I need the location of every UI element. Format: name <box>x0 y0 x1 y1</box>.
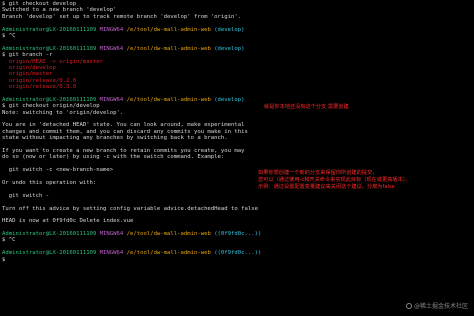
terminal-text-segment: origin/release/0.2.0 <box>2 77 77 84</box>
terminal-text-segment: MINGW64 <box>99 250 127 257</box>
terminal-text-segment: MINGW64 <box>99 26 127 33</box>
terminal-text-segment: /e/tool/dw-mall-admin-web <box>126 45 215 52</box>
terminal-text-segment: $ git checkout origin/develop <box>2 103 100 110</box>
terminal-line: Administrator@LX-20160111109 MINGW64 /e/… <box>2 231 302 237</box>
terminal-text-segment: HEAD is now at 0f9fd0c Delete index.vue <box>2 218 134 225</box>
terminal-text-segment: /e/tool/dw-mall-admin-web <box>126 26 215 33</box>
terminal-text-segment: ((0f9fd0c...)) <box>214 250 262 257</box>
terminal-text-segment: Or undo this operation with: <box>2 179 97 186</box>
terminal-text-segment: $ ^C <box>2 237 16 244</box>
terminal-text-segment: Administrator@LX-20160111109 <box>2 250 100 257</box>
terminal-text-segment: git switch -c <new-branch-name> <box>2 167 114 174</box>
terminal-text-segment: Administrator@LX-20160111109 <box>2 96 100 103</box>
terminal-text-segment: Switched to a new branch 'develop' <box>2 7 117 14</box>
terminal-output: $ git checkout develop Switched to a new … <box>2 1 302 263</box>
terminal-text-segment: You are in 'detached HEAD' state. You ca… <box>2 122 245 129</box>
watermark: @稀土掘金技术社区 <box>405 301 468 310</box>
terminal-text-segment: (develop) <box>214 45 245 52</box>
terminal-text-segment: origin/release/0.3.0 <box>2 84 77 91</box>
terminal-text-segment: MINGW64 <box>99 96 127 103</box>
terminal-line: $ <box>2 257 302 263</box>
terminal-text-segment: origin/master <box>2 71 53 78</box>
terminal-text-segment: /e/tool/dw-mall-admin-web <box>126 231 215 238</box>
terminal-text-segment: Administrator@LX-20160111109 <box>2 26 100 33</box>
terminal-text-segment: Administrator@LX-20160111109 <box>2 45 100 52</box>
terminal-text-segment: (develop) <box>214 26 245 33</box>
terminal-text-segment: origin/HEAD -> origin/master <box>2 58 104 65</box>
terminal-text-segment: $ ^C <box>2 32 16 39</box>
terminal-line: Turn off this advice by setting config v… <box>2 206 302 212</box>
terminal-text-segment: Branch 'develop' set up to track remote … <box>2 13 242 20</box>
terminal-text-segment: $ <box>2 256 6 263</box>
terminal-text-segment: MINGW64 <box>99 231 127 238</box>
watermark-text: @稀土掘金技术社区 <box>413 303 468 310</box>
terminal-text-segment: do so (now or later) by using -c with th… <box>2 154 225 161</box>
terminal-text-segment: If you want to create a new branch to re… <box>2 147 245 154</box>
terminal-text-segment: (develop) <box>214 96 245 103</box>
terminal-text-segment: origin/develop <box>2 64 56 71</box>
circle-logo-icon <box>405 302 412 309</box>
terminal-text-segment: /e/tool/dw-mall-admin-web <box>126 250 215 257</box>
annotation-note-2: 如果你想创建一个新的分支来保留你所创建的提交， 您可以（通过使用-c和开关命令来… <box>258 170 411 190</box>
terminal-window[interactable]: $ git checkout develop Switched to a new … <box>0 0 474 316</box>
terminal-text-segment: $ git branch -r <box>2 52 53 59</box>
terminal-text-segment: Note: switching to 'origin/develop'. <box>2 109 124 116</box>
terminal-text-segment: state without impacting any branches by … <box>2 135 228 142</box>
terminal-text-segment: git switch - <box>2 192 50 199</box>
terminal-line: Administrator@LX-20160111109 MINGW64 /e/… <box>2 250 302 256</box>
terminal-text-segment: Turn off this advice by setting config v… <box>2 205 258 212</box>
terminal-text-segment: MINGW64 <box>99 45 127 52</box>
terminal-text-segment: changes and commit them, and you can dis… <box>2 128 248 135</box>
terminal-text-segment: /e/tool/dw-mall-admin-web <box>126 96 215 103</box>
terminal-text-segment: Administrator@LX-20160111109 <box>2 231 100 238</box>
terminal-text-segment: $ git checkout develop <box>2 1 77 7</box>
terminal-text-segment: ((0f9fd0c...)) <box>214 231 262 238</box>
annotation-note-1: 就是你本地还没有这个分支 需要创建 <box>264 104 349 110</box>
